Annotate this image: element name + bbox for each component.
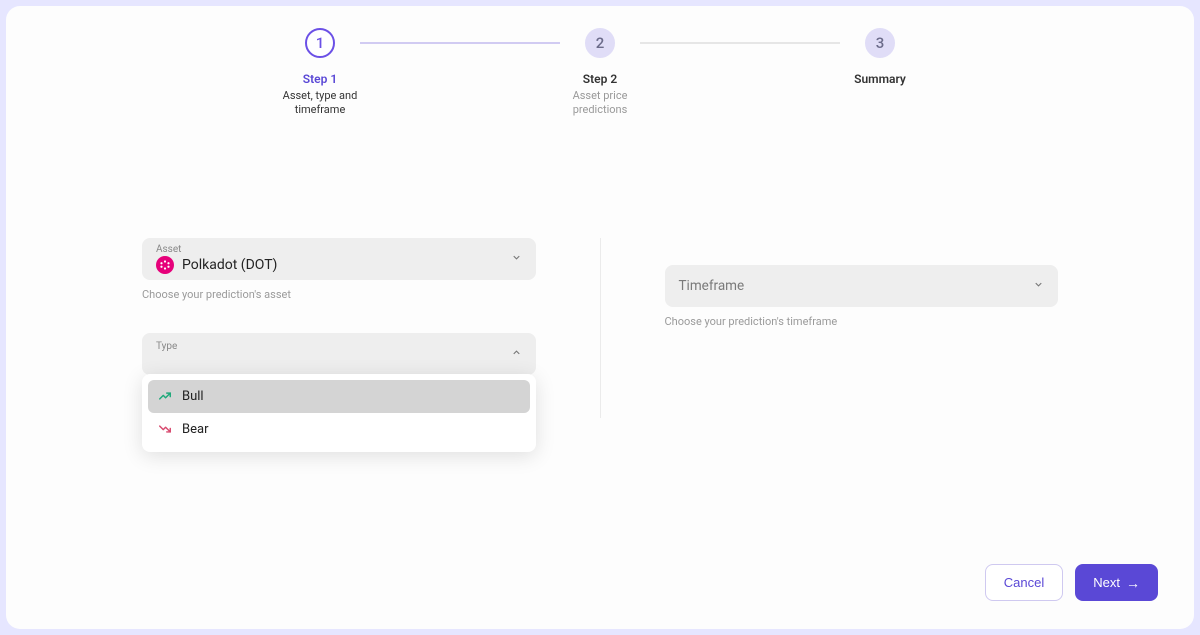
next-button-label: Next <box>1093 575 1120 590</box>
chevron-down-icon <box>511 252 522 266</box>
step-title-3: Summary <box>854 72 906 86</box>
timeframe-field-group: Timeframe Choose your prediction's timef… <box>665 265 1059 328</box>
step-circle-2: 2 <box>585 28 615 58</box>
asset-helper-text: Choose your prediction's asset <box>142 288 536 301</box>
next-button[interactable]: Next → <box>1075 564 1158 601</box>
wizard-footer: Cancel Next → <box>985 564 1158 601</box>
chevron-down-icon <box>1033 279 1044 293</box>
step-connector-2 <box>640 42 840 44</box>
step-2[interactable]: 2 Step 2 Asset price predictions <box>560 28 640 118</box>
type-dropdown-panel: Bull Bear <box>142 374 536 452</box>
form-left-column: Asset Polkadot (DOT) Choose your predict… <box>142 238 601 418</box>
timeframe-placeholder: Timeframe <box>679 278 1045 294</box>
step-1[interactable]: 1 Step 1 Asset, type and timeframe <box>280 28 360 118</box>
trend-up-icon <box>158 389 172 403</box>
step-subtitle-1: Asset, type and timeframe <box>280 89 360 118</box>
step-subtitle-2: Asset price predictions <box>560 89 640 118</box>
step-circle-3: 3 <box>865 28 895 58</box>
asset-field-group: Asset Polkadot (DOT) Choose your predict… <box>142 238 536 301</box>
asset-select-value: Polkadot (DOT) <box>182 257 277 273</box>
step-title-2: Step 2 <box>583 72 617 86</box>
step-circle-1: 1 <box>305 28 335 58</box>
stepper: 1 Step 1 Asset, type and timeframe 2 Ste… <box>280 28 920 118</box>
type-option-bear-label: Bear <box>182 422 208 437</box>
form-right-column: Timeframe Choose your prediction's timef… <box>601 238 1059 418</box>
asset-select-label: Asset <box>156 244 522 255</box>
asset-select[interactable]: Asset Polkadot (DOT) <box>142 238 536 280</box>
chevron-up-icon <box>511 347 522 361</box>
timeframe-select[interactable]: Timeframe <box>665 265 1059 307</box>
type-option-bull[interactable]: Bull <box>148 380 530 413</box>
type-option-bull-label: Bull <box>182 389 204 404</box>
arrow-right-icon: → <box>1126 575 1140 591</box>
type-select-label: Type <box>156 341 522 352</box>
wizard-card: 1 Step 1 Asset, type and timeframe 2 Ste… <box>6 6 1194 629</box>
trend-down-icon <box>158 422 172 436</box>
form-area: Asset Polkadot (DOT) Choose your predict… <box>42 238 1158 418</box>
type-select[interactable]: Type <box>142 333 536 375</box>
cancel-button-label: Cancel <box>1004 575 1044 590</box>
type-option-bear[interactable]: Bear <box>148 413 530 446</box>
type-field-group: Type Bull <box>142 333 536 375</box>
cancel-button[interactable]: Cancel <box>985 564 1063 601</box>
step-connector-1 <box>360 42 560 44</box>
timeframe-helper-text: Choose your prediction's timeframe <box>665 315 1059 328</box>
polkadot-icon <box>156 256 174 274</box>
step-3[interactable]: 3 Summary <box>840 28 920 86</box>
step-title-1: Step 1 <box>303 72 337 86</box>
